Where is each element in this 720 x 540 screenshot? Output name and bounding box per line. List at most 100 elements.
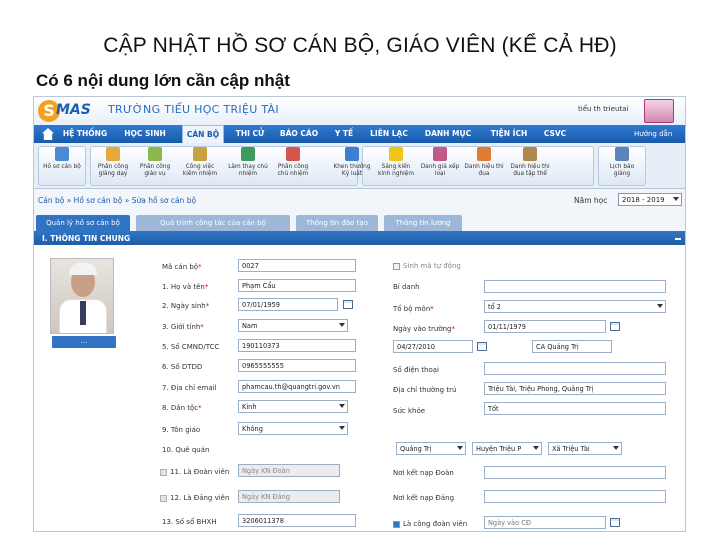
field-disabled[interactable]: Ngày KN Đảng	[238, 490, 340, 503]
youth-union-place-label: Nơi kết nạp Đoàn	[393, 469, 454, 477]
field-select[interactable]: Kinh	[238, 400, 348, 413]
collapse-icon[interactable]	[675, 238, 681, 240]
toolbar-button-calendar[interactable]: Lịch báo giảng	[598, 147, 646, 185]
toolbar-button-award[interactable]: Danh hiệu thi đua	[462, 147, 506, 185]
chevron-down-icon	[339, 323, 345, 327]
nav-bao-cao[interactable]: BÁO CÁO	[276, 125, 322, 143]
phone-input[interactable]	[484, 362, 666, 375]
phone-label: Số điện thoại	[393, 366, 440, 374]
lightbulb-icon	[389, 147, 403, 161]
auto-code-checkbox[interactable]	[393, 263, 400, 270]
id-issue-date-input[interactable]: 04/27/2010	[393, 340, 473, 353]
youth-union-place-input[interactable]	[484, 466, 666, 479]
join-date-label: Ngày vào trường*	[393, 325, 455, 333]
nav-he-thong[interactable]: HỆ THỐNG	[60, 125, 110, 143]
department-label: Tổ bộ môn*	[393, 305, 434, 313]
substitute-icon	[241, 147, 255, 161]
membership-checkbox[interactable]	[160, 469, 167, 476]
school-year-select[interactable]: 2018 - 2019	[618, 193, 682, 206]
trade-union-checkbox[interactable]	[393, 521, 400, 528]
home-icon[interactable]	[42, 128, 54, 140]
field-disabled[interactable]: Ngày KN Đoàn	[238, 464, 340, 477]
field-label: 9. Tôn giáo	[162, 426, 201, 434]
header-banner-icon	[644, 99, 674, 123]
edge-mask	[635, 527, 685, 531]
department-select[interactable]: tổ 2	[484, 300, 666, 313]
field-label: 11. Là Đoàn viên	[170, 468, 230, 476]
trade-union-date-input[interactable]: Ngày vào CĐ	[484, 516, 606, 529]
toolbar-button-label: Phân công chủ nhiệm	[277, 164, 309, 177]
toolbar-button-group-award[interactable]: Danh hiệu thi đua tập thể	[506, 147, 554, 185]
toolbar-button-label: Phân công giáo vụ	[139, 164, 171, 177]
tab-profile[interactable]: Quản lý hồ sơ cán bộ	[36, 215, 130, 231]
field-select[interactable]: Không	[238, 422, 348, 435]
address-input[interactable]: Triệu Tài, Triệu Phong, Quảng Trị	[484, 382, 666, 395]
toolbar-button-reward[interactable]: Khen thưởng Kỷ luật	[330, 147, 374, 185]
breadcrumb-path[interactable]: Cán bộ » Hồ sơ cán bộ » Sửa hồ sơ cán bộ	[38, 196, 196, 205]
nav-y-te[interactable]: Y TẾ	[328, 125, 360, 143]
field-select[interactable]: Nam	[238, 319, 348, 332]
nav-lien-lac[interactable]: LIÊN LẠC	[364, 125, 414, 143]
field-label: 12. Là Đảng viên	[170, 494, 230, 502]
panel-title: I. THÔNG TIN CHUNG	[42, 234, 131, 243]
commune-select[interactable]: Xã Triệu Tài	[548, 442, 622, 455]
field-input[interactable]: 3206011378	[238, 514, 356, 527]
academic-assign-icon	[148, 147, 162, 161]
calendar-icon[interactable]	[610, 518, 620, 527]
field-input[interactable]: Phạm Cẩu	[238, 279, 356, 292]
tab-work-history[interactable]: Quá trình công tác của cán bộ	[136, 215, 290, 231]
field-input[interactable]: phamcau.th@quangtri.gov.vn	[238, 380, 356, 393]
field-label: Mã cán bộ*	[162, 263, 202, 271]
auto-code-label: Sinh mã tự động	[403, 262, 461, 270]
department-value: tổ 2	[488, 303, 501, 311]
nav-thi-cu[interactable]: THI CỬ	[230, 125, 270, 143]
toolbar-button-teaching-assign[interactable]: Phân công giảng dạy	[92, 147, 134, 185]
field-input[interactable]: 0027	[238, 259, 356, 272]
tab-training[interactable]: Thông tin đào tạo	[296, 215, 378, 231]
toolbar-button-substitute[interactable]: Làm thay chủ nhiệm	[224, 147, 272, 185]
toolbar-button-label: Phân công giảng dạy	[97, 164, 129, 177]
nav-csvc[interactable]: CSVC	[538, 125, 572, 143]
calendar-icon[interactable]	[477, 342, 487, 351]
school-name: TRƯỜNG TIỂU HỌC TRIỆU TÀI	[108, 103, 279, 116]
field-label: 1. Họ và tên*	[162, 283, 209, 291]
party-place-label: Nơi kết nạp Đảng	[393, 494, 455, 502]
calendar-icon	[615, 147, 629, 161]
toolbar-button-label: Danh hiệu thi đua tập thể	[510, 164, 550, 177]
field-label: 7. Địa chỉ email	[162, 384, 217, 392]
toolbar-button-label: Sáng kiến kinh nghiệm	[377, 164, 414, 177]
user-name[interactable]: tiểu th trieutai	[578, 105, 628, 113]
district-select[interactable]: Huyện Triệu P	[472, 442, 542, 455]
join-date-input[interactable]: 01/11/1979	[484, 320, 606, 333]
tab-salary[interactable]: Thông tin lương	[384, 215, 462, 231]
calendar-icon[interactable]	[343, 300, 353, 309]
calendar-icon[interactable]	[610, 322, 620, 331]
help-link[interactable]: Hướng dẫn	[634, 125, 672, 143]
toolbar-button-concurrent-work[interactable]: Công việc kiêm nhiệm	[178, 147, 222, 185]
field-date[interactable]: 07/01/1959	[238, 298, 338, 311]
chevron-down-icon	[339, 426, 345, 430]
nav-tien-ich[interactable]: TIỆN ÍCH	[484, 125, 534, 143]
chevron-down-icon	[533, 446, 539, 450]
toolbar-button-academic-assign[interactable]: Phân công giáo vụ	[134, 147, 176, 185]
toolbar-button-homeroom-assign[interactable]: Phân công chủ nhiệm	[272, 147, 314, 185]
photo-tie	[80, 301, 86, 325]
party-place-input[interactable]	[484, 490, 666, 503]
alias-input[interactable]	[484, 280, 666, 293]
field-input[interactable]: 190110373	[238, 339, 356, 352]
nav-can-bo[interactable]: CÁN BỘ	[182, 125, 224, 143]
nav-hoc-sinh[interactable]: HỌC SINH	[120, 125, 170, 143]
alias-label: Bí danh	[393, 283, 420, 291]
toolbar-button-evaluation[interactable]: Danh giá xếp loại	[418, 147, 462, 185]
field-label: 6. Số DTDD	[162, 363, 203, 371]
nav-danh-muc[interactable]: DANH MỤC	[420, 125, 476, 143]
toolbar-button-lightbulb[interactable]: Sáng kiến kinh nghiệm	[374, 147, 418, 185]
group-award-icon	[523, 147, 537, 161]
province-select[interactable]: Quảng Trị	[396, 442, 466, 455]
toolbar-button-profile[interactable]: Hồ sơ cán bộ	[38, 147, 86, 185]
field-input[interactable]: 0965555555	[238, 359, 356, 372]
upload-photo-button[interactable]: ...	[52, 336, 116, 348]
membership-checkbox[interactable]	[160, 495, 167, 502]
health-input[interactable]: Tốt	[484, 402, 666, 415]
id-issue-place-input[interactable]: CA Quảng Trị	[532, 340, 612, 353]
